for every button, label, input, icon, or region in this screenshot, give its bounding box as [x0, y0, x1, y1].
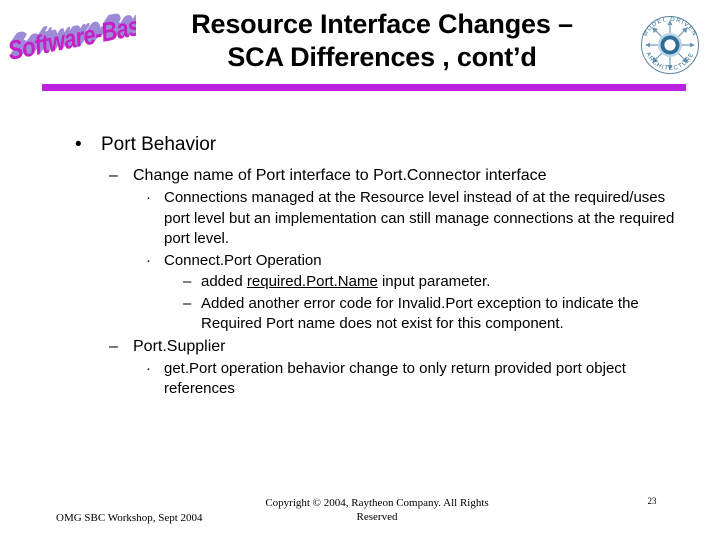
title-underline-rule: [42, 84, 686, 91]
bullet-marker-icon: –: [183, 294, 192, 312]
bullet-text: Connections managed at the Resource leve…: [164, 189, 675, 247]
bullet-text: added required.Port.Name input parameter…: [201, 272, 653, 293]
bullet-marker-icon: –: [109, 337, 118, 355]
bullet-item-connections-managed: · Connections managed at the Resource le…: [0, 188, 720, 250]
bullet-text-after: input parameter.: [377, 273, 491, 290]
software-based-wordart-logo: Software-Based: [4, 6, 136, 80]
model-driven-architecture-logo: MODEL DRIVEN ARCHITECTURE: [634, 9, 706, 81]
bullet-marker-icon: •: [75, 134, 82, 155]
bullet-text: Port.Supplier: [133, 337, 226, 355]
bullet-marker-icon: ·: [146, 359, 151, 377]
slide-title-line-2: SCA Differences , cont’d: [227, 42, 537, 72]
bullet-marker-icon: ·: [146, 189, 151, 206]
bullet-text: Added another error code for Invalid.Por…: [201, 294, 639, 333]
bullet-marker-icon: –: [109, 167, 118, 184]
bullet-text: Change name of Port interface to Port.Co…: [133, 167, 547, 184]
bullet-text: Connect.Port Operation: [164, 251, 322, 269]
slide-title: Resource Interface Changes – SCA Differe…: [132, 8, 632, 74]
slide-body: • Port Behavior – Change name of Port in…: [0, 133, 720, 401]
bullet-item-connect-port-operation: · Connect.Port Operation: [0, 251, 720, 272]
bullet-item-port-behavior: • Port Behavior: [0, 133, 720, 157]
footer-copyright-label: Copyright © 2004, Raytheon Company. All …: [265, 497, 489, 523]
bullet-text: Port Behavior: [101, 134, 217, 155]
bullet-marker-icon: –: [183, 273, 192, 290]
bullet-text-underlined: required.Port.Name: [246, 273, 378, 290]
bullet-item-added-error-code: – Added another error code for Invalid.P…: [0, 294, 720, 335]
bullet-text-before: added: [201, 273, 247, 290]
bullet-item-change-name: – Change name of Port interface to Port.…: [0, 165, 720, 186]
slide-title-line-1: Resource Interface Changes –: [191, 9, 573, 39]
footer-page-number: 23: [647, 496, 657, 506]
bullet-marker-icon: ·: [146, 251, 151, 269]
bullet-item-get-port-operation: · get.Port operation behavior change to …: [0, 359, 720, 400]
footer-left-label: OMG SBC Workshop, Sept 2004: [56, 512, 203, 524]
bullet-item-added-required-port-name: – added required.Port.Name input paramet…: [0, 272, 720, 293]
bullet-item-port-supplier: – Port.Supplier: [0, 336, 720, 357]
bullet-text: get.Port operation behavior change to on…: [164, 359, 626, 398]
